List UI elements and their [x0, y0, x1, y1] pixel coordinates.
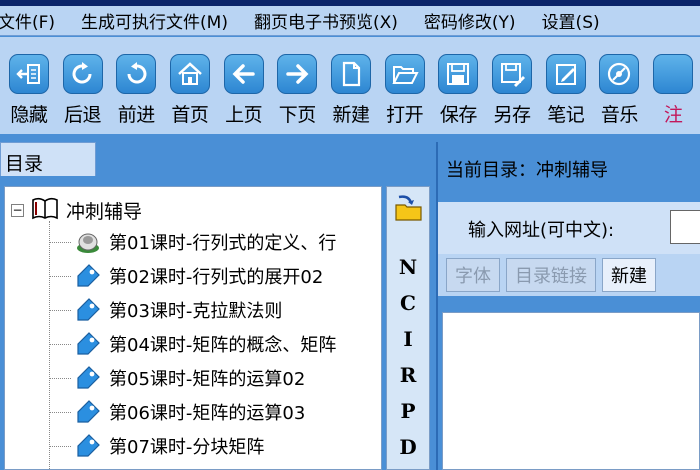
back-arrow-icon [62, 54, 103, 94]
music-button[interactable]: 音乐 [593, 37, 647, 132]
right-arrow-icon [277, 54, 318, 94]
menu-bar: 文件(F) 生成可执行文件(M) 翻页电子书预览(X) 密码修改(Y) 设置(S… [0, 6, 700, 36]
partial-label: 注 [663, 104, 683, 126]
floppy-disk-icon [438, 54, 479, 94]
tag-icon [71, 431, 105, 461]
new-button[interactable]: 新建 [324, 37, 378, 132]
strip-letter-r: R [399, 363, 417, 387]
folder-arrow-icon[interactable] [393, 193, 425, 225]
tree-item-label: 第06课时-矩阵的运算03 [109, 403, 306, 424]
tree-item-lesson-06[interactable]: 第06课时-矩阵的运算03 [49, 395, 305, 429]
editor-button-row: 字体 目录链接 新建 [438, 254, 700, 296]
tree-item-lesson-04[interactable]: 第04课时-矩阵的概念、矩阵 [49, 327, 336, 361]
music-label: 音乐 [600, 104, 639, 126]
tree-item-label: 第04课时-矩阵的概念、矩阵 [109, 335, 337, 356]
notes-label: 笔记 [547, 104, 585, 126]
notebook-icon [545, 54, 586, 94]
tag-icon [71, 295, 105, 325]
tree-item-label: 第07课时-分块矩阵 [109, 437, 265, 458]
right-pane: 当前目录：冲刺辅导 输入网址(可中文): 字体 目录链接 新建 [436, 142, 700, 470]
current-directory-label: 当前目录：冲刺辅导 [446, 160, 608, 181]
forward-label: 前进 [117, 104, 156, 126]
save-as-label: 另存 [493, 104, 532, 126]
open-button[interactable]: 打开 [378, 37, 432, 132]
tag-icon [71, 329, 105, 359]
tree-item-label: 第01课时-行列式的定义、行 [109, 233, 337, 254]
strip-letter-c: C [400, 291, 416, 315]
hide-label: 隐藏 [10, 104, 48, 126]
prev-page-button[interactable]: 上页 [217, 37, 271, 132]
menu-file[interactable]: 文件(F) [0, 8, 69, 33]
forward-button[interactable]: 前进 [109, 37, 163, 132]
tree-branch [49, 411, 71, 413]
menu-settings[interactable]: 设置(S) [542, 8, 614, 33]
next-page-button[interactable]: 下页 [270, 37, 324, 132]
strip-letter-p: P [400, 399, 416, 423]
menu-flipbook-preview[interactable]: 翻页电子书预览(X) [254, 8, 412, 33]
audio-speaker-icon [71, 227, 105, 257]
home-label: 首页 [171, 104, 209, 126]
partial-icon [653, 54, 694, 94]
strip-letter-n: N [398, 255, 418, 279]
open-label: 打开 [386, 104, 424, 126]
forward-arrow-icon [116, 54, 157, 94]
tree-item-lesson-07[interactable]: 第07课时-分块矩阵 [49, 429, 264, 463]
tree-item-lesson-01[interactable]: 第01课时-行列式的定义、行 [49, 225, 336, 259]
directory-link-button[interactable]: 目录链接 [506, 258, 596, 292]
tree-item-label: 第02课时-行列式的展开02 [109, 267, 324, 288]
directory-tab[interactable]: 目录 [0, 142, 96, 176]
directory-tree: − 冲刺辅导 第01课时-行列式的定义、行 第02课时-行列式的展开02 第03… [4, 186, 382, 470]
tree-item-label: 第03课时-克拉默法则 [109, 301, 283, 322]
save-label: 保存 [439, 104, 478, 126]
back-button[interactable]: 后退 [56, 37, 110, 132]
url-label: 输入网址(可中文): [468, 220, 615, 241]
directory-tab-label: 目录 [5, 153, 44, 175]
tag-icon [71, 363, 105, 393]
home-button[interactable]: 首页 [163, 37, 217, 132]
side-strip: N C I R P D [386, 186, 430, 470]
new-label: 新建 [332, 104, 370, 126]
font-button[interactable]: 字体 [446, 258, 500, 292]
tag-icon [71, 397, 105, 427]
save-button[interactable]: 保存 [432, 37, 486, 132]
open-folder-icon [384, 54, 425, 94]
back-label: 后退 [64, 104, 102, 126]
tree-item-label: 第05课时-矩阵的运算02 [109, 369, 306, 390]
tree-root-label: 冲刺辅导 [66, 200, 143, 223]
toolbar: 隐藏 后退 前进 首页 上页 下页 新建 打开 保存 另存 笔记 音乐 注 [0, 37, 700, 134]
tree-branch [49, 309, 71, 311]
book-icon [30, 195, 60, 225]
url-input[interactable] [670, 210, 700, 244]
prev-page-label: 上页 [225, 104, 263, 126]
music-disc-icon [599, 54, 640, 94]
collapse-toggle[interactable]: − [11, 203, 24, 217]
tree-item-lesson-05[interactable]: 第05课时-矩阵的运算02 [49, 361, 305, 395]
tag-icon [71, 261, 105, 291]
hide-icon [8, 54, 49, 94]
tree-item-lesson-03[interactable]: 第03课时-克拉默法则 [49, 293, 282, 327]
partial-button[interactable]: 注 [646, 37, 700, 132]
home-icon [169, 54, 210, 94]
content-area[interactable] [442, 312, 700, 470]
menu-generate-executable[interactable]: 生成可执行文件(M) [81, 8, 242, 33]
tree-root[interactable]: − 冲刺辅导 [11, 195, 142, 225]
url-row: 输入网址(可中文): [438, 202, 700, 254]
tree-branch [49, 275, 71, 277]
tree-item-lesson-02[interactable]: 第02课时-行列式的展开02 [49, 259, 323, 293]
notes-button[interactable]: 笔记 [539, 37, 593, 132]
tree-branch [49, 241, 71, 243]
save-as-button[interactable]: 另存 [485, 37, 539, 132]
left-arrow-icon [223, 54, 264, 94]
strip-letter-d: D [399, 435, 417, 459]
tree-branch [49, 343, 71, 345]
hide-button[interactable]: 隐藏 [2, 37, 56, 132]
save-as-icon [492, 54, 533, 94]
tree-branch [49, 445, 71, 447]
new-document-icon [330, 54, 371, 94]
tree-branch [49, 377, 71, 379]
new-item-button[interactable]: 新建 [602, 258, 656, 292]
next-page-label: 下页 [278, 104, 317, 126]
strip-letter-i: I [403, 327, 413, 351]
menu-password-change[interactable]: 密码修改(Y) [424, 8, 530, 33]
